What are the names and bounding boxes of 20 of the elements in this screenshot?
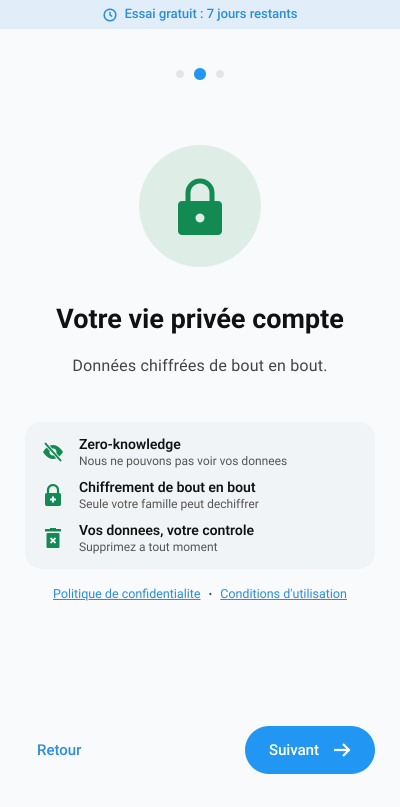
- clock-icon: [102, 8, 117, 22]
- page-subtitle: Données chiffrées de bout en bout.: [71, 354, 329, 376]
- page-title: Votre vie privée compte: [55, 302, 345, 337]
- feature-title: Chiffrement de bout en bout: [79, 478, 257, 496]
- feature-title: Zero-knowledge: [79, 436, 182, 454]
- eye-slash-icon: [41, 442, 65, 462]
- back-button[interactable]: Retour: [37, 738, 82, 762]
- feature-title: Vos donnees, votre controle: [79, 522, 254, 540]
- legal-link[interactable]: Politique de confidentialite: [53, 586, 201, 604]
- feature-description: Seule votre famille peut dechiffrer: [79, 496, 259, 512]
- lock-icon: [177, 177, 223, 235]
- legal-link[interactable]: Conditions d'utilisation: [220, 586, 347, 604]
- trial-text: Essai gratuit : 7 jours restants: [124, 6, 298, 24]
- separator-dot: •: [208, 586, 212, 603]
- arrow-right-icon: [333, 742, 351, 758]
- feature-description: Nous ne pouvons pas voir vos donnees: [79, 454, 288, 468]
- feature-description: Supprimez a tout moment: [79, 540, 218, 554]
- trash-x-icon: [45, 528, 61, 548]
- lock-plus-icon: [44, 484, 62, 506]
- next-button[interactable]: Suivant: [245, 726, 375, 774]
